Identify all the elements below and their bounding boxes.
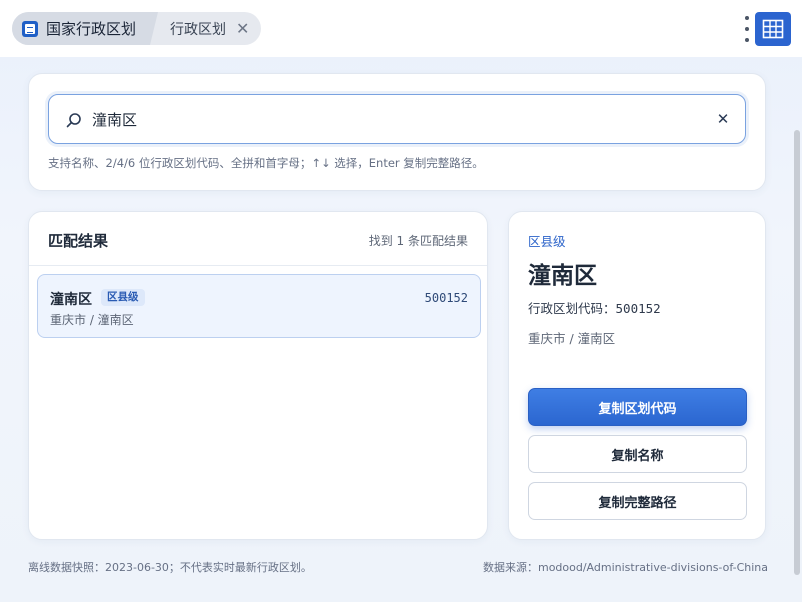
detail-path: 重庆市 / 潼南区	[528, 331, 616, 346]
tab-page-label: 行政区划	[170, 21, 227, 38]
tab-page[interactable]: 行政区划 ✕	[150, 12, 261, 45]
list-item[interactable]: 潼南区 区县级 500152 重庆市 / 潼南区	[37, 274, 481, 338]
level-badge: 区县级	[101, 289, 145, 306]
detail-code-label: 行政区划代码：	[528, 301, 616, 316]
results-count: 找到 1 条匹配结果	[368, 234, 468, 248]
footer-source: 数据来源：modood/Administrative-divisions-of-…	[482, 561, 768, 574]
tab-strip: 国家行政区划 行政区划 ✕	[12, 12, 262, 45]
scrollbar[interactable]	[794, 130, 800, 575]
app-window: 国家行政区划 行政区划 ✕ 潼南区 ✕ 支持名称、2/4/6 位行政区划代码、全…	[0, 0, 802, 602]
copy-name-button[interactable]: 复制名称	[528, 435, 747, 473]
close-icon[interactable]: ✕	[236, 20, 249, 37]
search-hint: 支持名称、2/4/6 位行政区划代码、全拼和首字母；↑↓ 选择，Enter 复制…	[48, 156, 484, 170]
grid-button[interactable]	[755, 12, 791, 46]
title-bar: 国家行政区划 行政区划 ✕	[0, 0, 802, 57]
result-name: 潼南区	[50, 292, 92, 308]
detail-code: 500152	[615, 301, 661, 316]
close-icon[interactable]: ✕	[713, 109, 733, 129]
app-document-icon	[22, 20, 38, 37]
search-box[interactable]: ✕	[48, 94, 746, 144]
kebab-menu-icon[interactable]	[743, 16, 751, 42]
copy-path-button[interactable]: 复制完整路径	[528, 482, 747, 520]
detail-card: 区县级 潼南区 行政区划代码： 500152 重庆市 / 潼南区 复制区划代码 …	[508, 211, 766, 540]
result-path: 重庆市 / 潼南区	[50, 313, 134, 327]
footer-snapshot: 离线数据快照：2023-06-30；不代表实时最新行政区划。	[28, 561, 312, 574]
detail-name: 潼南区	[528, 263, 597, 289]
detail-code-row: 行政区划代码： 500152	[528, 298, 661, 317]
results-title: 匹配结果	[48, 232, 109, 250]
results-header: 匹配结果 找到 1 条匹配结果	[29, 212, 487, 266]
search-input[interactable]	[92, 106, 692, 132]
grid-icon	[762, 19, 784, 39]
tab-app[interactable]: 国家行政区划	[12, 12, 159, 45]
copy-code-button[interactable]: 复制区划代码	[528, 388, 747, 426]
detail-level: 区县级	[528, 234, 566, 249]
result-code: 500152	[424, 291, 468, 305]
search-icon	[66, 113, 81, 128]
results-card: 匹配结果 找到 1 条匹配结果 潼南区 区县级 500152 重庆市 / 潼南区	[28, 211, 488, 540]
search-card: ✕ 支持名称、2/4/6 位行政区划代码、全拼和首字母；↑↓ 选择，Enter …	[28, 73, 766, 191]
tab-app-label: 国家行政区划	[46, 20, 137, 38]
